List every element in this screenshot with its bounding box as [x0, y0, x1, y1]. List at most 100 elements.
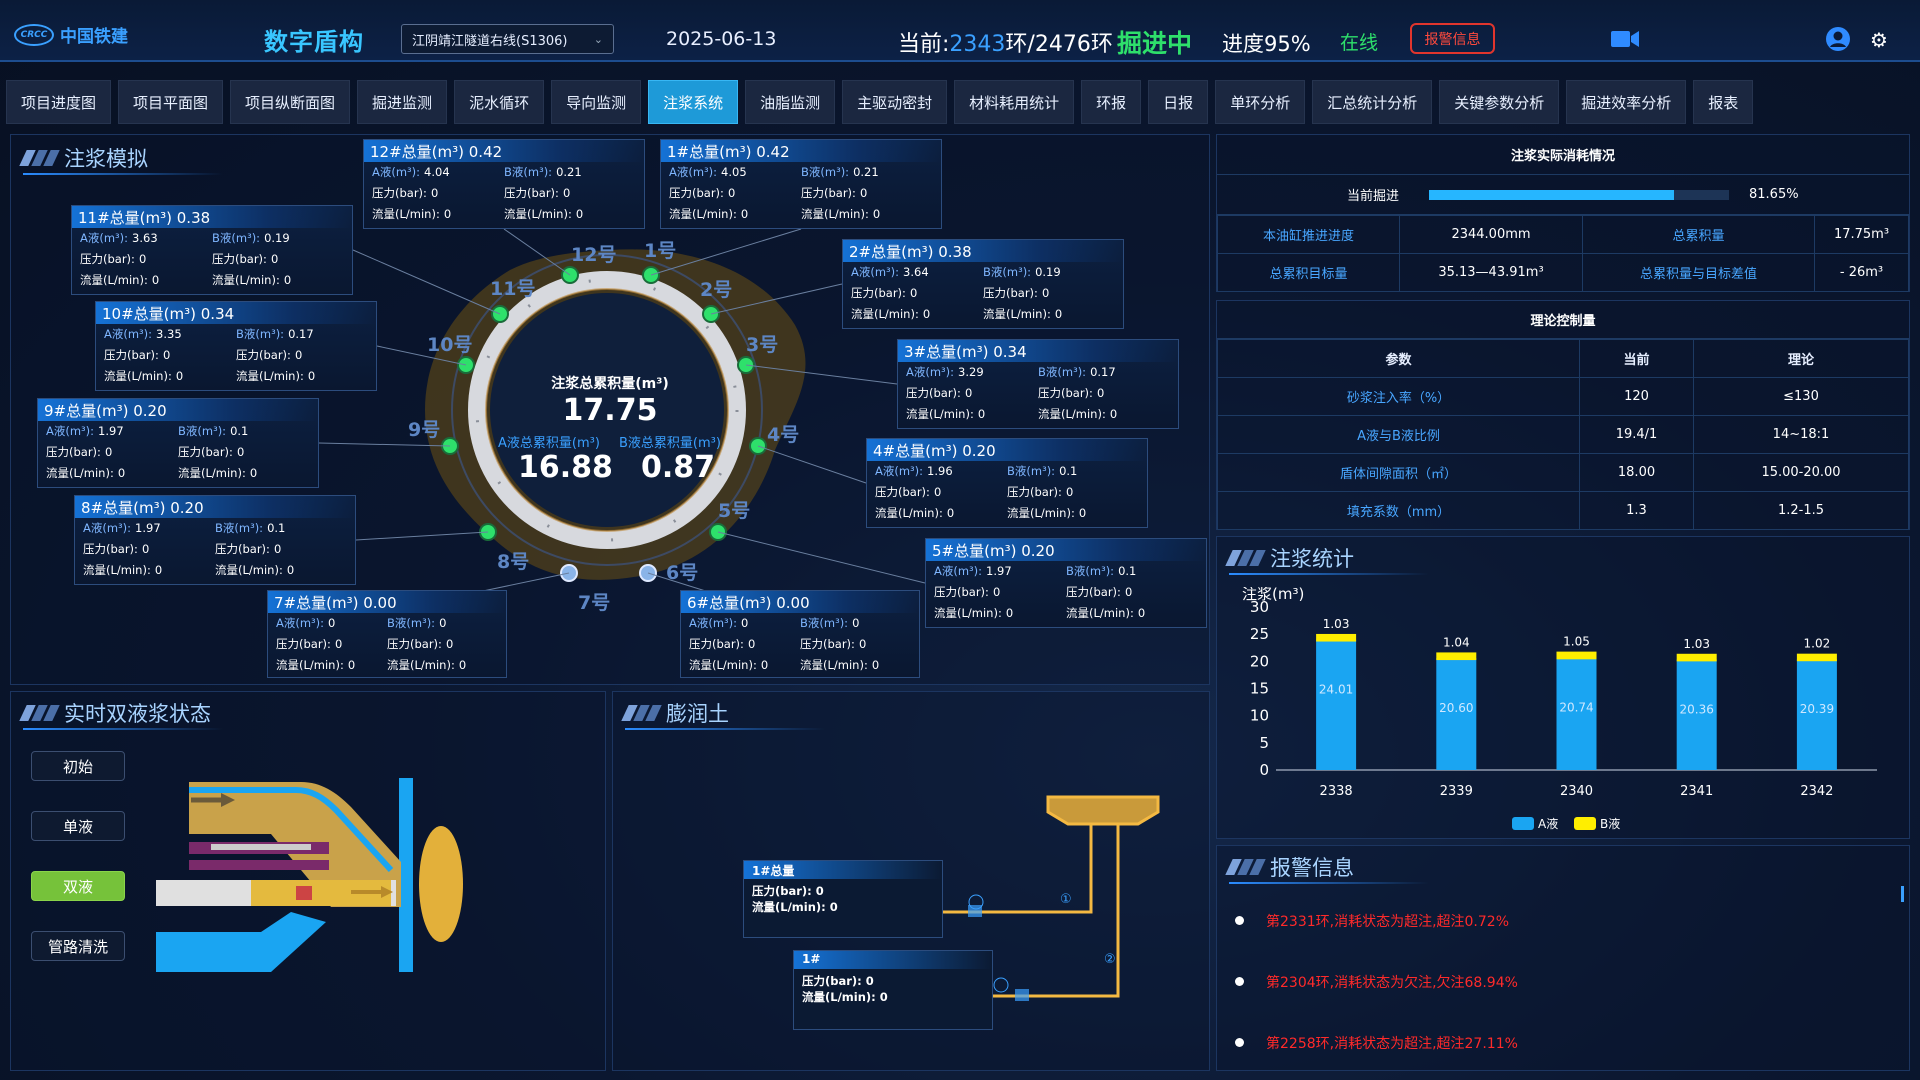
grout-port-dot[interactable]	[561, 266, 579, 284]
nav-tab[interactable]: 项目纵断面图	[230, 80, 351, 124]
flow-label: 流量(L/min):	[212, 273, 280, 287]
bar-b[interactable]	[1436, 652, 1477, 661]
pressure-label: 压力(bar):	[212, 252, 267, 266]
tunnel-select[interactable]: 江阴靖江隧道右线(S1306) ⌄	[401, 24, 614, 54]
alarm-info-button[interactable]: 报警信息	[1410, 23, 1495, 54]
pressure-a: 压力(bar): 0	[906, 383, 1038, 404]
pressure-value: 0	[727, 186, 736, 200]
nav-tab[interactable]: 日报	[1148, 80, 1209, 124]
nav-tab[interactable]: 项目进度图	[6, 80, 112, 124]
alarm-panel: 报警信息 第2331环,消耗状态为超注,超注0.72% 第2304环,消耗状态为欠…	[1216, 845, 1910, 1071]
pressure-b: 压力(bar): 0	[801, 183, 933, 204]
grout-port-dot[interactable]	[709, 523, 727, 541]
bar-a[interactable]	[1316, 639, 1357, 770]
y-tick-label: 5	[1259, 734, 1269, 752]
grout-port-dot[interactable]	[479, 523, 497, 541]
scrollbar[interactable]	[1901, 886, 1904, 902]
pressure-b: 压力(bar): 0	[387, 634, 498, 655]
port-info-title: 8#总量(m³) 0.20	[75, 496, 355, 518]
nav-tab[interactable]: 掘进效率分析	[1566, 80, 1687, 124]
y-tick-label: 30	[1250, 598, 1269, 616]
grout-port-label: 8号	[497, 551, 530, 573]
flow-label: 流量(L/min):	[1007, 506, 1075, 520]
nav-tab[interactable]: 汇总统计分析	[1312, 80, 1433, 124]
b-liquid-label: B液(m³):	[1066, 564, 1115, 578]
port-info-box[interactable]: 7#总量(m³) 0.00 A液(m³): 0 B液(m³): 0 压力(bar):…	[267, 590, 507, 678]
flow-label: 流量(L/min):	[504, 207, 572, 221]
bar-b[interactable]	[1796, 653, 1837, 662]
b-total-label: B液总累积量(m³)	[619, 436, 721, 451]
nav-tab[interactable]: 掘进监测	[357, 80, 448, 124]
nav-tab[interactable]: 导向监测	[551, 80, 642, 124]
port-info-box[interactable]: 12#总量(m³) 0.42 A液(m³): 4.04 B液(m³): 0.21 压…	[363, 139, 645, 229]
bullet-icon	[1235, 916, 1244, 925]
machine-status: 掘进中	[1117, 29, 1193, 58]
grout-port-dot[interactable]	[457, 356, 475, 374]
grout-port-dot[interactable]	[702, 305, 720, 323]
alarm-item[interactable]: 第2258环,消耗状态为超注,超注27.11%	[1235, 1012, 1875, 1073]
pressure-label: 压力(bar):	[669, 186, 724, 200]
nav-tab[interactable]: 关键参数分析	[1439, 80, 1560, 124]
nav-tab[interactable]: 注浆系统	[648, 80, 739, 124]
current-progress-row: 当前掘进 81.65%	[1217, 175, 1909, 215]
port-info-title: 6#总量(m³) 0.00	[681, 591, 919, 613]
nav-tab[interactable]: 泥水循环	[454, 80, 545, 124]
pressure-a: 压力(bar): 0	[934, 582, 1066, 603]
bar-b[interactable]	[1316, 633, 1357, 642]
port-info-box[interactable]: 9#总量(m³) 0.20 A液(m³): 1.97 B液(m³): 0.1 压力(…	[37, 398, 319, 488]
dual-liquid-title: 实时双液浆状态	[19, 698, 211, 728]
grout-port-label: 1号	[644, 240, 677, 262]
mode-button[interactable]: 单液	[31, 811, 125, 841]
bar-b[interactable]	[1676, 653, 1717, 662]
tunnel-select-value: 江阴靖江隧道右线(S1306)	[412, 33, 568, 49]
nav-tab[interactable]: 油脂监测	[745, 80, 836, 124]
pressure-value: 0	[562, 186, 571, 200]
port-info-box[interactable]: 1#总量(m³) 0.42 A液(m³): 4.05 B液(m³): 0.21 压力…	[660, 139, 942, 229]
port-info-box[interactable]: 3#总量(m³) 0.34 A液(m³): 3.29 B液(m³): 0.17 压力…	[897, 339, 1179, 429]
bar-b[interactable]	[1556, 651, 1597, 660]
nav-tab[interactable]: 主驱动密封	[842, 80, 948, 124]
bar-b-value: 1.02	[1804, 637, 1831, 651]
dual-liquid-title-text: 实时双液浆状态	[64, 702, 211, 726]
mode-button[interactable]: 双液	[31, 871, 125, 901]
gear-icon[interactable]: ⚙	[1870, 28, 1888, 52]
nav-tab[interactable]: 项目平面图	[118, 80, 224, 124]
nav-tab[interactable]: 环报	[1081, 80, 1142, 124]
grout-port-dot[interactable]	[560, 564, 578, 582]
alarm-list: 第2331环,消耗状态为超注,超注0.72% 第2304环,消耗状态为欠注,欠注6…	[1235, 890, 1875, 1073]
grout-port-dot[interactable]	[491, 305, 509, 323]
grout-port-dot[interactable]	[639, 564, 657, 582]
grout-port-dot[interactable]	[749, 437, 767, 455]
pressure-b: 压力(bar): 0	[983, 283, 1115, 304]
pressure-a: 压力(bar): 0	[669, 183, 801, 204]
port-info-box[interactable]: 5#总量(m³) 0.20 A液(m³): 1.97 B液(m³): 0.1 压力(…	[925, 538, 1207, 628]
grout-port-dot[interactable]	[737, 356, 755, 374]
port-info-box[interactable]: 4#总量(m³) 0.20 A液(m³): 1.96 B液(m³): 0.1 压力(…	[866, 438, 1148, 528]
user-icon[interactable]	[1825, 26, 1851, 56]
grout-port-dot[interactable]	[441, 437, 459, 455]
flow-b: 流量(L/min): 0	[1038, 404, 1170, 425]
pressure-value: 0	[104, 445, 113, 459]
port-info-box[interactable]: 2#总量(m³) 0.38 A液(m³): 3.64 B液(m³): 0.19 压力…	[842, 239, 1124, 329]
alarm-item[interactable]: 第2304环,消耗状态为欠注,欠注68.94%	[1235, 951, 1875, 1012]
alarm-item[interactable]: 第2331环,消耗状态为超注,超注0.72%	[1235, 890, 1875, 951]
port-info-box[interactable]: 11#总量(m³) 0.38 A液(m³): 3.63 B液(m³): 0.19 压…	[71, 205, 353, 295]
grout-port-dot[interactable]	[642, 266, 660, 284]
flow-label: 流量(L/min):	[1066, 606, 1134, 620]
flow-label: 流量(L/min):	[83, 563, 151, 577]
pressure-label: 压力(bar):	[1066, 585, 1121, 599]
mode-button[interactable]: 初始	[31, 751, 125, 781]
port-info-box[interactable]: 6#总量(m³) 0.00 A液(m³): 0 B液(m³): 0 压力(bar):…	[680, 590, 920, 678]
a-liquid: A液(m³): 1.97	[934, 561, 1066, 582]
port-info-box[interactable]: 10#总量(m³) 0.34 A液(m³): 3.35 B液(m³): 0.17 压…	[95, 301, 377, 391]
nav-tab[interactable]: 报表	[1693, 80, 1754, 124]
flow-label: 流量(L/min):	[934, 606, 1002, 620]
nav-tab[interactable]: 材料耗用统计	[954, 80, 1075, 124]
pressure-b: 压力(bar): 0	[236, 345, 368, 366]
nav-tab[interactable]: 单环分析	[1215, 80, 1306, 124]
camera-icon[interactable]	[1610, 28, 1640, 54]
pressure-label: 压力(bar):	[689, 637, 744, 651]
pressure-a: 压力(bar): 0	[83, 539, 215, 560]
port-info-box[interactable]: 8#总量(m³) 0.20 A液(m³): 1.97 B液(m³): 0.1 压力(…	[74, 495, 356, 585]
mode-button[interactable]: 管路清洗	[31, 931, 125, 961]
